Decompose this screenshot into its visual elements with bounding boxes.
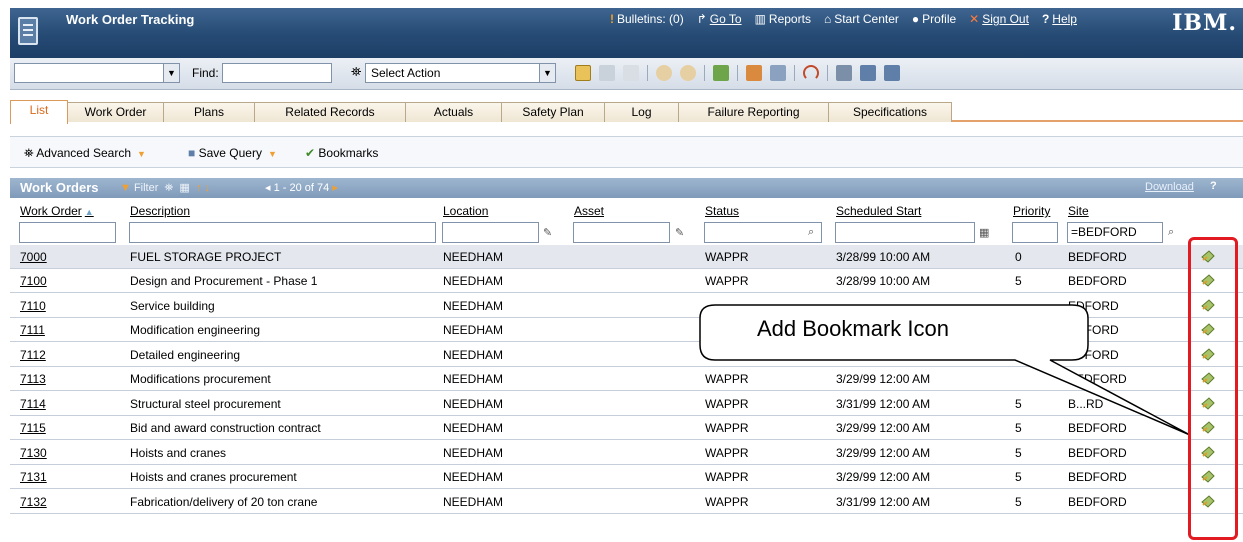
callout-overlay [699, 304, 1191, 436]
callout-text: Add Bookmark Icon [757, 316, 949, 341]
tab-list[interactable]: List [10, 100, 68, 124]
highlight-box [1188, 237, 1238, 540]
